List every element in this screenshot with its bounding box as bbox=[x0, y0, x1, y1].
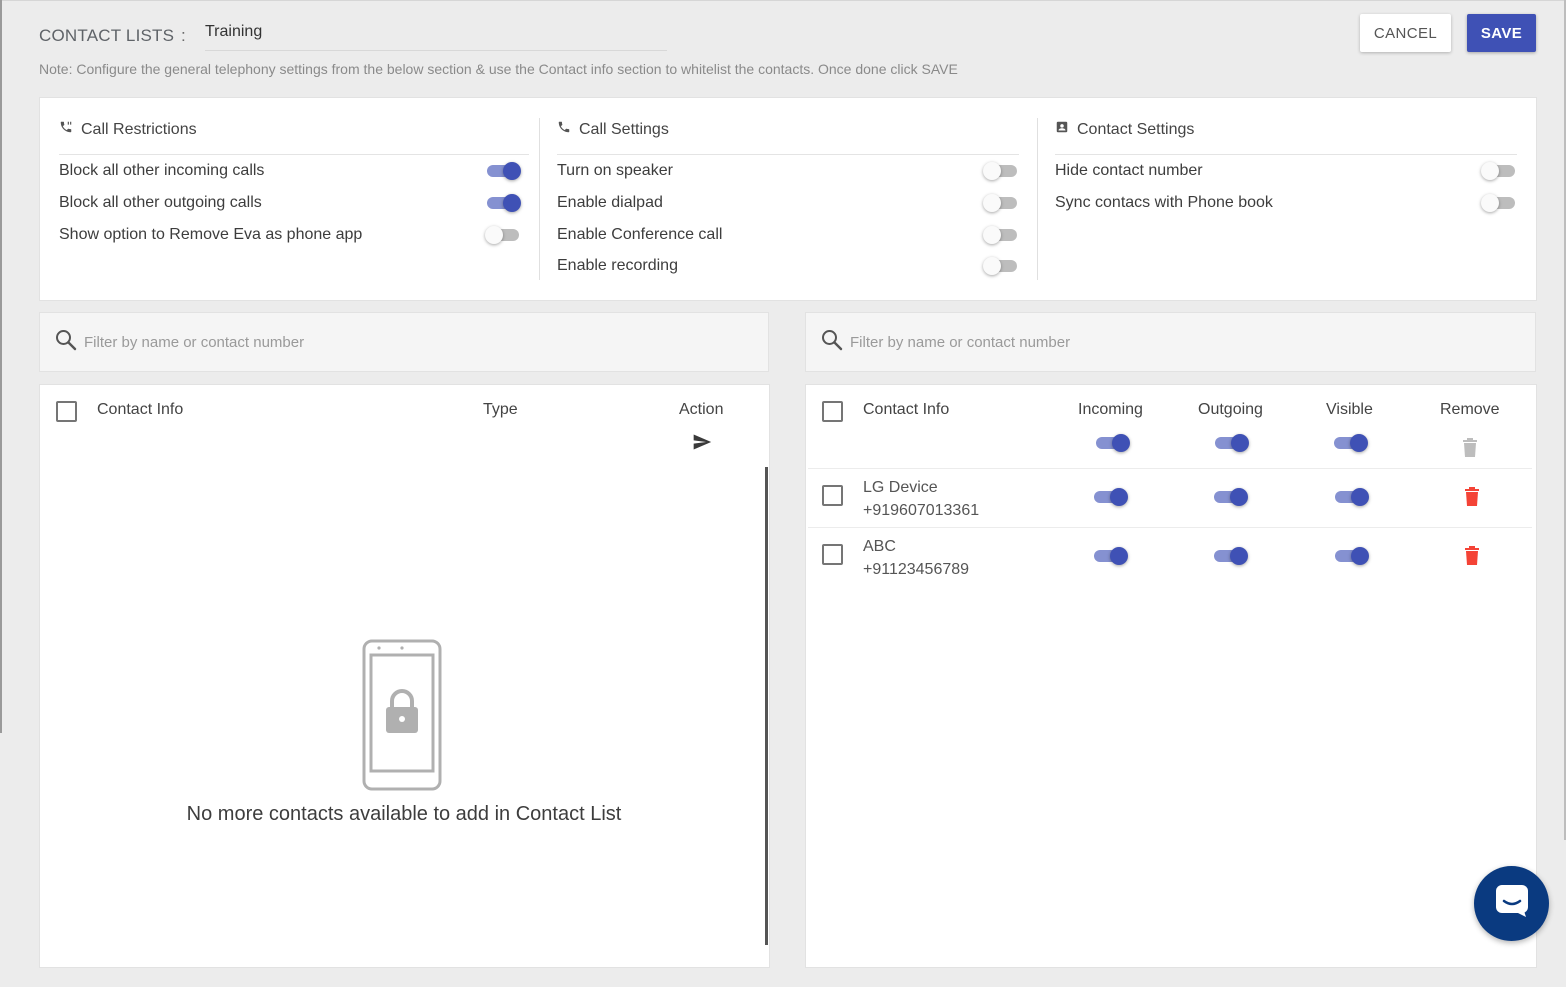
incoming-toggle[interactable] bbox=[1092, 547, 1128, 565]
chat-support-button[interactable] bbox=[1474, 866, 1549, 941]
table-row: LG Device +919607013361 bbox=[806, 469, 1536, 527]
setting-label: Block all other incoming calls bbox=[59, 162, 265, 179]
call-restrictions-title: Call Restrictions bbox=[81, 120, 197, 138]
remove-eva-toggle[interactable] bbox=[485, 226, 521, 244]
trash-icon-disabled bbox=[1462, 437, 1478, 457]
sync-phonebook-toggle[interactable] bbox=[1481, 194, 1517, 212]
locked-phone-icon bbox=[362, 639, 444, 796]
recording-toggle[interactable] bbox=[983, 257, 1019, 275]
empty-state-message: No more contacts available to add in Con… bbox=[186, 803, 622, 825]
select-all-list-checkbox[interactable] bbox=[822, 401, 843, 422]
telephony-settings-card: Call Restrictions Block all other incomi… bbox=[39, 97, 1537, 301]
page-title: CONTACT LISTS bbox=[39, 26, 175, 45]
configuration-note: Note: Configure the general telephony se… bbox=[39, 61, 958, 77]
list-name-field[interactable] bbox=[205, 20, 667, 51]
list-contacts-panel: Contact Info Incoming Outgoing Visible R… bbox=[805, 384, 1537, 968]
setting-row-hide-number: Hide contact number bbox=[1055, 162, 1517, 180]
setting-label: Turn on speaker bbox=[557, 162, 673, 179]
incoming-toggle[interactable] bbox=[1092, 488, 1128, 506]
contact-settings-title: Contact Settings bbox=[1077, 120, 1195, 138]
available-contacts-search bbox=[39, 312, 769, 372]
column-header-outgoing: Outgoing bbox=[1198, 401, 1263, 418]
window-left-edge bbox=[0, 0, 2, 733]
hide-number-toggle[interactable] bbox=[1481, 162, 1517, 180]
dialpad-toggle[interactable] bbox=[983, 194, 1019, 212]
search-icon bbox=[40, 328, 78, 357]
contact-card-icon bbox=[1055, 120, 1069, 139]
contact-number: +91123456789 bbox=[863, 561, 970, 578]
contact-number: +919607013361 bbox=[863, 502, 980, 519]
scrollbar[interactable] bbox=[765, 467, 768, 945]
list-contacts-search-input[interactable] bbox=[850, 333, 1470, 351]
call-settings-section: Call Settings Turn on speaker Enable dia… bbox=[538, 98, 1038, 302]
column-header-contact-info: Contact Info bbox=[97, 401, 184, 418]
chat-icon bbox=[1494, 883, 1530, 924]
row-checkbox[interactable] bbox=[822, 544, 843, 565]
available-contacts-search-input[interactable] bbox=[84, 333, 703, 351]
contact-info-cell: ABC +91123456789 bbox=[863, 535, 969, 581]
block-outgoing-toggle[interactable] bbox=[485, 194, 521, 212]
section-divider bbox=[557, 154, 1019, 155]
delete-icon[interactable] bbox=[1464, 545, 1480, 565]
column-header-remove: Remove bbox=[1440, 401, 1500, 418]
call-settings-header: Call Settings bbox=[557, 120, 669, 139]
setting-label: Show option to Remove Eva as phone app bbox=[59, 226, 363, 243]
column-header-contact-info: Contact Info bbox=[863, 401, 950, 418]
section-divider bbox=[59, 154, 529, 155]
visible-toggle[interactable] bbox=[1333, 547, 1369, 565]
phone-forward-icon bbox=[59, 120, 73, 139]
call-restrictions-section: Call Restrictions Block all other incomi… bbox=[40, 98, 540, 302]
setting-label: Sync contacs with Phone book bbox=[1055, 194, 1273, 211]
setting-row-remove-eva: Show option to Remove Eva as phone app bbox=[59, 226, 521, 244]
contact-settings-header: Contact Settings bbox=[1055, 120, 1194, 139]
all-visible-toggle[interactable] bbox=[1332, 434, 1368, 452]
setting-row-block-outgoing: Block all other outgoing calls bbox=[59, 194, 521, 212]
column-header-incoming: Incoming bbox=[1078, 401, 1143, 418]
call-restrictions-header: Call Restrictions bbox=[59, 120, 197, 139]
table-row: ABC +91123456789 bbox=[806, 528, 1536, 586]
send-icon[interactable] bbox=[691, 432, 713, 452]
setting-row-dialpad: Enable dialpad bbox=[557, 194, 1019, 212]
delete-icon[interactable] bbox=[1464, 486, 1480, 506]
setting-row-speaker: Turn on speaker bbox=[557, 162, 1019, 180]
title-separator: : bbox=[181, 26, 186, 45]
row-checkbox[interactable] bbox=[822, 485, 843, 506]
all-incoming-toggle[interactable] bbox=[1094, 434, 1130, 452]
cancel-button[interactable]: CANCEL bbox=[1360, 14, 1451, 52]
list-contacts-search bbox=[805, 312, 1536, 372]
phone-icon bbox=[557, 120, 571, 139]
setting-label: Hide contact number bbox=[1055, 162, 1203, 179]
all-outgoing-toggle[interactable] bbox=[1213, 434, 1249, 452]
list-name-input[interactable] bbox=[205, 20, 667, 44]
outgoing-toggle[interactable] bbox=[1212, 547, 1248, 565]
setting-label: Enable recording bbox=[557, 257, 678, 274]
conference-toggle[interactable] bbox=[983, 226, 1019, 244]
outgoing-toggle[interactable] bbox=[1212, 488, 1248, 506]
available-contacts-panel: Contact Info Type Action No more contact… bbox=[39, 384, 770, 968]
section-divider bbox=[1055, 154, 1517, 155]
column-header-type: Type bbox=[483, 401, 518, 418]
setting-label: Enable Conference call bbox=[557, 226, 723, 243]
column-header-action: Action bbox=[679, 401, 724, 418]
block-incoming-toggle[interactable] bbox=[485, 162, 521, 180]
speaker-toggle[interactable] bbox=[983, 162, 1019, 180]
setting-row-conference: Enable Conference call bbox=[557, 226, 1019, 244]
contact-info-cell: LG Device +919607013361 bbox=[863, 476, 979, 522]
window-top-edge bbox=[0, 0, 1566, 1]
select-all-available-checkbox[interactable] bbox=[56, 401, 77, 422]
save-button[interactable]: SAVE bbox=[1467, 14, 1536, 52]
search-icon bbox=[806, 328, 844, 357]
visible-toggle[interactable] bbox=[1333, 488, 1369, 506]
call-settings-title: Call Settings bbox=[579, 120, 669, 138]
setting-row-sync-phonebook: Sync contacs with Phone book bbox=[1055, 194, 1517, 212]
contact-name: LG Device bbox=[863, 479, 938, 496]
setting-label: Enable dialpad bbox=[557, 194, 663, 211]
column-header-visible: Visible bbox=[1326, 401, 1373, 418]
contact-name: ABC bbox=[863, 538, 896, 555]
setting-row-block-incoming: Block all other incoming calls bbox=[59, 162, 521, 180]
setting-label: Block all other outgoing calls bbox=[59, 194, 262, 211]
setting-row-recording: Enable recording bbox=[557, 257, 1019, 275]
contact-settings-section: Contact Settings Hide contact number Syn… bbox=[1036, 98, 1536, 302]
